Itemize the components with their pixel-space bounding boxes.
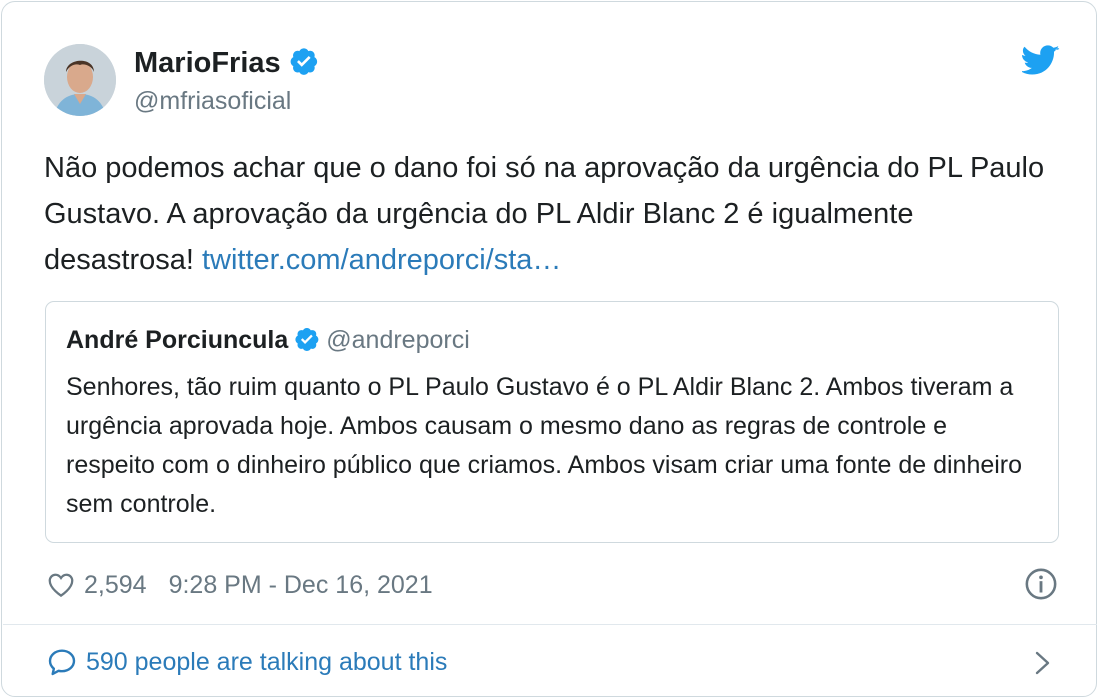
quoted-author-name[interactable]: André Porciuncula (66, 326, 288, 354)
quoted-author-handle[interactable]: @andreporci (326, 326, 470, 354)
heart-icon[interactable] (46, 570, 76, 600)
author-name-text: MarioFrias (134, 47, 281, 79)
tweet-timestamp[interactable]: 9:28 PM - Dec 16, 2021 (169, 571, 433, 600)
avatar-image (44, 44, 116, 116)
author-name[interactable]: MarioFrias (134, 46, 319, 84)
verified-badge-icon (289, 46, 319, 84)
quoted-tweet[interactable]: André Porciuncula @andreporci Senhores, t… (45, 301, 1059, 543)
like-count[interactable]: 2,594 (84, 571, 147, 600)
verified-badge-icon (294, 326, 320, 359)
tweet-text: Não podemos achar que o dano foi só na a… (44, 145, 1064, 283)
divider (3, 624, 1097, 625)
quoted-tweet-text: Senhores, tão ruim quanto o PL Paulo Gus… (66, 373, 1023, 518)
talking-count: 590 people are talking about this (86, 647, 448, 676)
tweet-link[interactable]: twitter.com/andreporci/sta… (202, 244, 561, 276)
conversation-link[interactable]: 590 people are talking about this (46, 642, 447, 682)
twitter-bird-icon[interactable] (1020, 44, 1060, 78)
author-handle[interactable]: @mfriasoficial (134, 87, 291, 116)
speech-bubble-icon (48, 649, 76, 676)
avatar[interactable] (44, 44, 116, 116)
quoted-tweet-header: André Porciuncula @andreporci (66, 326, 470, 359)
info-icon[interactable] (1024, 567, 1058, 601)
tweet-meta: 2,594 9:28 PM - Dec 16, 2021 (46, 565, 433, 605)
tweet-card: MarioFrias @mfriasoficial Não podemos ac… (1, 1, 1097, 697)
chevron-right-icon[interactable] (1032, 648, 1054, 678)
